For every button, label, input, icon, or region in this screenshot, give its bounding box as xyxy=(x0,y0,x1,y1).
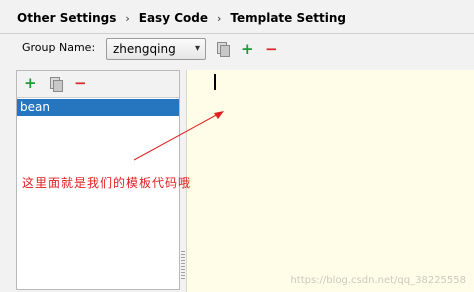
watermark: https://blog.csdn.net/qq_38225558 xyxy=(290,275,466,286)
annotation-arrow xyxy=(133,111,224,161)
annotation-text: 这里面就是我们的模板代码哦 xyxy=(22,176,192,190)
